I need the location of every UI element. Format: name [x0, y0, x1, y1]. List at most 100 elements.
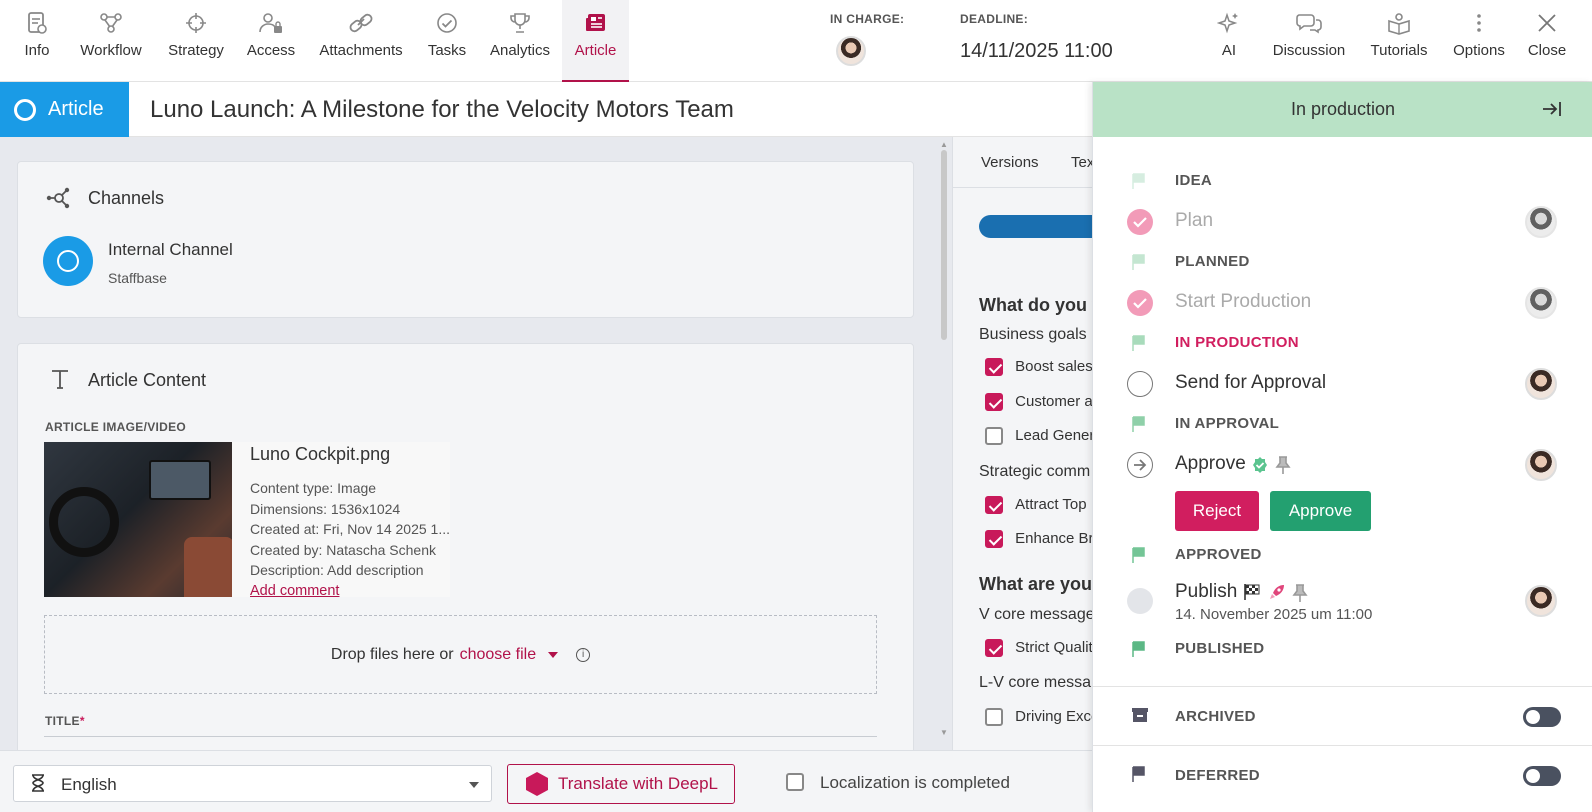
channels-icon: [45, 186, 73, 215]
reject-button[interactable]: Reject: [1175, 491, 1259, 531]
tab-versions[interactable]: Versions: [981, 154, 1039, 171]
pin-icon[interactable]: [1275, 455, 1291, 480]
language-select[interactable]: English: [13, 765, 492, 802]
core-message-1-label: V core message: [979, 606, 1092, 623]
step-send-for-approval[interactable]: Send for Approval: [1175, 372, 1326, 394]
file-name[interactable]: Luno Cockpit.png: [250, 444, 390, 465]
checkbox[interactable]: [985, 639, 1003, 658]
step-start-production[interactable]: Start Production: [1175, 291, 1311, 313]
bottom-bar: English Translate with DeepL Localizatio…: [0, 750, 1092, 812]
close-button[interactable]: Close: [1525, 0, 1569, 82]
checkbox[interactable]: [985, 358, 1003, 377]
step-assignee-avatar[interactable]: [1525, 206, 1557, 238]
caret-down-icon[interactable]: [548, 651, 559, 658]
options-button[interactable]: Options: [1449, 0, 1509, 82]
choose-file-link[interactable]: choose file: [460, 646, 537, 664]
step-publish[interactable]: Publish: [1175, 581, 1237, 603]
core-message-item[interactable]: Driving Exce: [985, 708, 1092, 727]
arrow-right-circle-icon[interactable]: [1127, 452, 1153, 478]
scroll-up-icon[interactable]: ▲: [940, 140, 948, 149]
checkbox[interactable]: [985, 496, 1003, 515]
sparkle-icon: [1217, 10, 1241, 36]
strategic-item[interactable]: Attract Top: [985, 496, 1087, 515]
tab-label: Tasks: [427, 42, 467, 59]
step-done-icon[interactable]: [1127, 290, 1153, 316]
step-assignee-avatar[interactable]: [1525, 585, 1557, 617]
title-label-text: TITLE: [45, 714, 80, 728]
add-comment-link[interactable]: Add comment: [250, 581, 450, 602]
page-title[interactable]: Luno Launch: A Milestone for the Velocit…: [150, 96, 734, 124]
step-assignee-avatar[interactable]: [1525, 287, 1557, 319]
tab-article[interactable]: Article: [562, 0, 629, 82]
localization-label: Localization is completed: [820, 773, 1010, 792]
goal-item[interactable]: Boost sales: [985, 358, 1092, 377]
step-done-icon[interactable]: [1127, 209, 1153, 235]
tab-label: Workflow: [80, 42, 142, 59]
checkbox[interactable]: [985, 427, 1003, 446]
main-scrollbar[interactable]: ▲ ▼: [940, 140, 948, 740]
workflow-status: In production: [1290, 99, 1396, 119]
file-meta-line: Content type: Image: [250, 480, 377, 496]
localization-checkbox[interactable]: [786, 773, 804, 791]
deadline-value[interactable]: 14/11/2025 11:00: [960, 40, 1113, 63]
ai-button[interactable]: AI: [1214, 0, 1244, 82]
file-drop-zone[interactable]: Drop files here or choose file i: [44, 615, 877, 694]
top-navigation-bar: Info Workflow Strategy Access Attachment…: [0, 0, 1592, 82]
checkbox[interactable]: [985, 708, 1003, 727]
tab-tasks[interactable]: Tasks: [425, 0, 469, 82]
workflow-panel: In production IDEA Plan PLANNED Start Pr…: [1092, 82, 1592, 812]
tab-label: Info: [24, 42, 50, 59]
scroll-down-icon[interactable]: ▼: [940, 728, 948, 737]
tabs-divider: [953, 187, 1092, 188]
tutorials-button[interactable]: Tutorials: [1368, 0, 1430, 82]
file-meta: Content type: Image Dimensions: 1536x102…: [250, 478, 450, 601]
strategic-item[interactable]: Enhance Br: [985, 530, 1092, 549]
step-approve[interactable]: Approve: [1175, 453, 1246, 475]
pin-icon[interactable]: [1292, 583, 1308, 608]
checkbox[interactable]: [985, 530, 1003, 549]
workflow-status-header: In production: [1093, 82, 1592, 137]
info-doc-icon: [26, 10, 48, 36]
translate-deepl-button[interactable]: Translate with DeepL: [507, 764, 735, 804]
step-open-icon[interactable]: [1127, 371, 1153, 397]
flag-icon: [1131, 766, 1147, 787]
checkbox[interactable]: [985, 393, 1003, 412]
goal-item[interactable]: Lead Gener: [985, 427, 1092, 446]
checkered-flag-icon: [1243, 583, 1261, 606]
core-message-item[interactable]: Strict Qualit: [985, 639, 1092, 658]
title-input[interactable]: [44, 736, 877, 750]
goal-item[interactable]: Customer a: [985, 393, 1092, 412]
step-pending-icon[interactable]: [1127, 588, 1153, 614]
tab-attachments[interactable]: Attachments: [313, 0, 409, 82]
translate-deepl-label: Translate with DeepL: [558, 774, 719, 793]
tab-access[interactable]: Access: [245, 0, 297, 82]
file-meta-line[interactable]: Description: Add description: [250, 560, 450, 581]
workflow-icon: [99, 10, 123, 36]
approve-button[interactable]: Approve: [1270, 491, 1371, 531]
step-plan[interactable]: Plan: [1175, 210, 1213, 232]
tab-info[interactable]: Info: [14, 0, 60, 82]
discussion-label: Discussion: [1272, 42, 1346, 59]
channel-name[interactable]: Internal Channel: [108, 240, 233, 260]
question-1: What do you w: [979, 295, 1092, 315]
archived-toggle[interactable]: [1523, 707, 1561, 727]
tab-strategy[interactable]: Strategy: [163, 0, 229, 82]
deferred-toggle[interactable]: [1523, 766, 1561, 786]
collapse-panel-icon[interactable]: [1541, 100, 1563, 123]
info-icon[interactable]: i: [576, 647, 591, 662]
article-content-heading: Article Content: [88, 370, 207, 390]
in-charge-avatar[interactable]: [836, 36, 866, 66]
tab-text[interactable]: Tex: [1071, 154, 1092, 171]
tab-analytics[interactable]: Analytics: [485, 0, 555, 82]
step-assignee-avatar[interactable]: [1525, 449, 1557, 481]
step-assignee-avatar[interactable]: [1525, 368, 1557, 400]
business-goals-label: Business goals: [979, 326, 1087, 343]
trophy-icon: [508, 10, 532, 36]
archived-label: ARCHIVED: [1175, 708, 1256, 725]
deadline-label: DEADLINE:: [960, 12, 1029, 26]
discussion-button[interactable]: Discussion: [1270, 0, 1348, 82]
article-image-thumbnail[interactable]: [44, 442, 232, 597]
scrollbar-thumb[interactable]: [941, 150, 947, 340]
dashboard-screen-shape: [149, 460, 211, 500]
tab-workflow[interactable]: Workflow: [74, 0, 148, 82]
